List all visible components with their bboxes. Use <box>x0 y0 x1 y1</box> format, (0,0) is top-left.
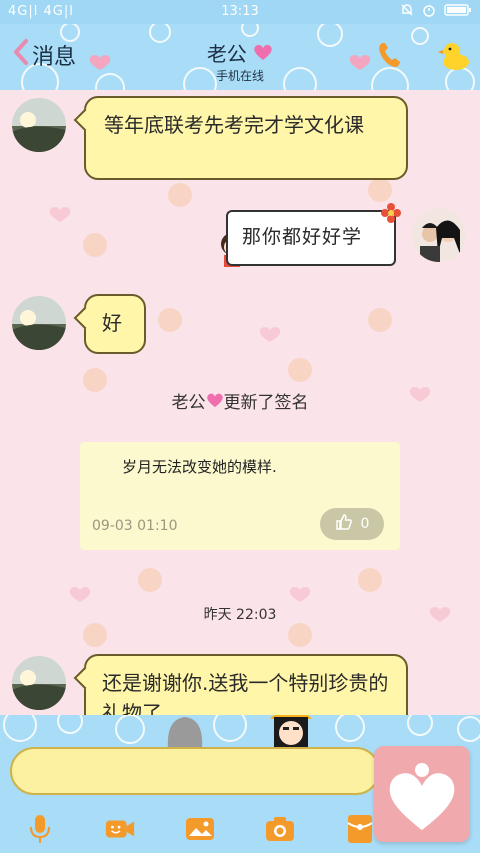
time-divider: 昨天 22:03 <box>203 607 277 623</box>
signature-date: 09-03 01:10 <box>92 518 178 534</box>
like-count: 0 <box>360 516 370 532</box>
chat-header: 消息 老公 手机在线 <box>0 24 480 90</box>
signature-card[interactable]: 岁月无法改变她的模样. 09-03 01:10 0 <box>80 442 400 550</box>
contact-name: 老公 <box>0 38 480 67</box>
message-list[interactable]: 等年底联考先考完才学文化课 那你都好好学 好 老公 更新了签名 岁月无法改变她的模… <box>0 90 480 715</box>
duck-mascot <box>438 38 472 76</box>
silent-icon <box>400 3 414 21</box>
my-avatar[interactable] <box>412 208 466 262</box>
message-bubble[interactable]: 那你都好好学 <box>226 210 396 266</box>
microphone-icon[interactable] <box>24 813 56 845</box>
red-envelope-icon[interactable] <box>344 813 376 845</box>
message-bubble[interactable]: 还是谢谢你.送我一个特别珍贵的礼物了 <box>84 654 408 715</box>
signature-update-notice: 老公 更新了签名 <box>171 393 309 413</box>
alarm-icon <box>422 3 436 21</box>
flower-sticker <box>380 202 402 228</box>
like-button[interactable]: 0 <box>320 508 384 540</box>
contact-avatar[interactable] <box>12 98 66 152</box>
message-bubble[interactable]: 好 <box>84 294 146 354</box>
floating-heart-button[interactable] <box>374 746 470 842</box>
thumbs-up-icon <box>335 513 353 535</box>
maruko-character-sticker <box>266 715 316 751</box>
online-status: 手机在线 <box>215 69 264 83</box>
heart-emoji-icon <box>253 42 273 66</box>
heart-icon <box>389 763 455 830</box>
call-button[interactable] <box>376 40 404 74</box>
signature-text: 岁月无法改变她的模样. <box>122 458 277 476</box>
phone-icon <box>379 43 400 67</box>
message-bubble[interactable]: 等年底联考先考完才学文化课 <box>84 96 408 180</box>
camera-icon[interactable] <box>264 813 296 845</box>
message-input[interactable] <box>10 747 380 795</box>
contact-avatar[interactable] <box>12 296 66 350</box>
heart-emoji-icon <box>206 393 224 413</box>
image-icon[interactable] <box>184 813 216 845</box>
battery-icon <box>444 3 472 21</box>
status-bar: 4G|l 4G|l 13:13 <box>0 0 480 24</box>
contact-avatar[interactable] <box>12 656 66 710</box>
video-icon[interactable] <box>104 813 136 845</box>
duck-icon <box>438 43 469 70</box>
